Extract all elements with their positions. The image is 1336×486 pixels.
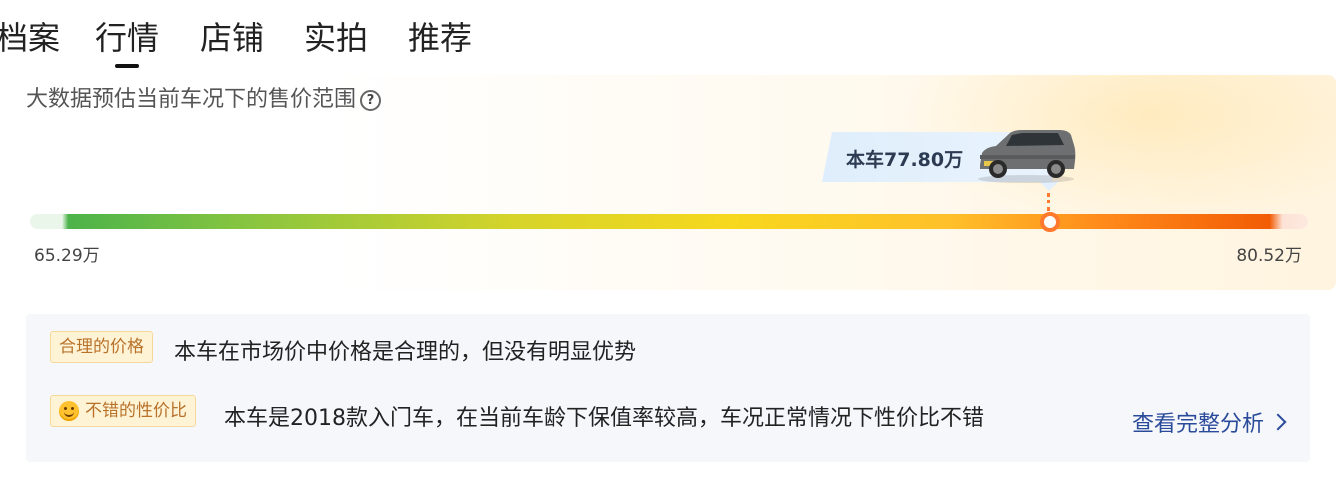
reasonable-price-tag-label: 合理的价格 — [59, 337, 144, 357]
analysis-text-value: 本车是2018款入门车，在当前车龄下保值率较高，车况正常情况下性价比不错 — [224, 406, 984, 431]
value-for-money-tag: 不错的性价比 — [50, 395, 196, 427]
tab-store[interactable]: 店铺 — [200, 16, 264, 60]
view-full-analysis-link[interactable]: 查看完整分析 — [1131, 406, 1287, 438]
view-full-analysis-label: 查看完整分析 — [1131, 412, 1264, 437]
tab-photos[interactable]: 实拍 — [304, 16, 368, 60]
tab-archive[interactable]: 档案 — [0, 16, 60, 60]
tab-bar: 档案 行情 店铺 实拍 推荐 — [0, 0, 1336, 70]
price-range-panel: 大数据预估当前车况下的售价范围 ? 本车77.80万 65.29万 80.52万 — [0, 75, 1336, 290]
current-price-label: 本车77.80万 — [846, 149, 964, 171]
analysis-text-price: 本车在市场价中价格是合理的，但没有明显优势 — [174, 340, 637, 365]
price-high-label: 80.52万 — [1236, 246, 1302, 266]
price-range-bar — [30, 214, 1308, 229]
tab-recommend[interactable]: 推荐 — [408, 16, 472, 60]
smile-icon — [59, 401, 79, 421]
tab-market[interactable]: 行情 — [95, 16, 159, 68]
price-analysis-box: 合理的价格 本车在市场价中价格是合理的，但没有明显优势 不错的性价比 本车是20… — [26, 314, 1310, 462]
value-for-money-tag-label: 不错的性价比 — [85, 401, 187, 421]
price-range-title-text: 大数据预估当前车况下的售价范围 — [26, 87, 357, 112]
reasonable-price-tag: 合理的价格 — [50, 331, 153, 363]
price-needle — [1047, 193, 1053, 211]
car-thumbnail — [978, 130, 1076, 183]
price-low-label: 65.29万 — [34, 246, 100, 266]
price-range-title: 大数据预估当前车况下的售价范围 ? — [26, 85, 382, 115]
chevron-right-icon — [1269, 413, 1287, 431]
question-circle-icon[interactable]: ? — [360, 89, 382, 111]
current-price-marker — [1040, 212, 1060, 232]
